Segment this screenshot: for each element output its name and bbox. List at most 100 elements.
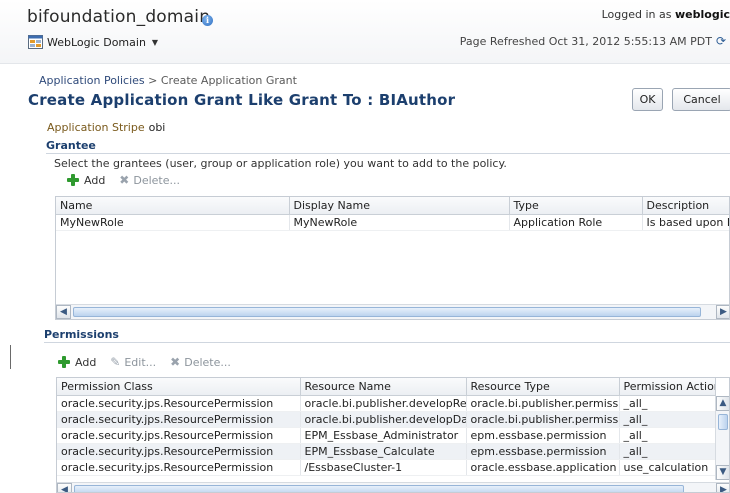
permission-class-cell: oracle.security.jps.ResourcePermission bbox=[57, 395, 301, 412]
grantee-cell-name: MyNewRole bbox=[56, 214, 290, 231]
resource-name-cell: /EssbaseCluster-1 bbox=[300, 459, 467, 476]
info-icon[interactable]: i bbox=[202, 15, 213, 26]
add-icon bbox=[66, 173, 80, 187]
weblogic-domain-menu-label: WebLogic Domain bbox=[47, 35, 146, 49]
resource-name-cell: EPM_Essbase_Administrator bbox=[300, 427, 467, 444]
grantee-col-type[interactable]: Type bbox=[509, 197, 643, 215]
grantee-divider bbox=[46, 153, 730, 154]
permissions-heading: Permissions bbox=[44, 328, 119, 341]
scroll-up-icon[interactable]: ▲ bbox=[716, 396, 729, 411]
logged-in-prefix: Logged in as bbox=[601, 8, 672, 21]
resource-type-cell: oracle.essbase.application bbox=[466, 459, 620, 476]
permissions-horizontal-scrollbar[interactable]: ◀ ▶ bbox=[57, 482, 729, 492]
resource-type-cell: epm.essbase.permission bbox=[466, 443, 620, 460]
table-row[interactable]: oracle.security.jps.ResourcePermission E… bbox=[57, 427, 716, 444]
add-icon bbox=[57, 355, 71, 369]
grantee-toolbar: Add ✖ Delete... bbox=[66, 173, 180, 187]
permission-action-cell: _all_ bbox=[619, 411, 716, 428]
table-row[interactable]: oracle.security.jps.ResourcePermission o… bbox=[57, 395, 716, 412]
grantee-add-label: Add bbox=[84, 173, 106, 187]
permission-class-cell: oracle.security.jps.ResourcePermission bbox=[57, 443, 301, 460]
permissions-delete-button[interactable]: ✖ Delete... bbox=[170, 355, 231, 369]
permissions-add-label: Add bbox=[75, 355, 97, 369]
cancel-button[interactable]: Cancel bbox=[672, 88, 730, 111]
scroll-down-icon[interactable]: ▼ bbox=[716, 465, 729, 480]
application-stripe: Application Stripe obi bbox=[47, 121, 165, 134]
table-row[interactable]: oracle.security.jps.ResourcePermission /… bbox=[57, 459, 716, 476]
permissions-table: Permission Class Resource Name Resource … bbox=[56, 377, 730, 493]
weblogic-domain-menu[interactable]: WebLogic Domain ▼ bbox=[28, 33, 158, 51]
application-stripe-value: obi bbox=[148, 121, 166, 134]
permissions-edit-label: Edit... bbox=[124, 355, 157, 369]
resource-name-cell: EPM_Essbase_Calculate bbox=[300, 443, 467, 460]
permissions-edit-button[interactable]: ✎ Edit... bbox=[110, 355, 156, 369]
delete-icon: ✖ bbox=[170, 355, 181, 369]
grantee-add-button[interactable]: Add bbox=[66, 173, 105, 187]
resource-name-cell: oracle.bi.publisher.developRepo bbox=[300, 395, 467, 412]
permission-action-cell: _all_ bbox=[619, 427, 716, 444]
permissions-header-row: Permission Class Resource Name Resource … bbox=[57, 378, 716, 396]
grantee-header-row: Name Display Name Type Description bbox=[56, 197, 729, 215]
logged-in-status: Logged in as weblogic bbox=[602, 8, 730, 21]
permission-class-cell: oracle.security.jps.ResourcePermission bbox=[57, 459, 301, 476]
permissions-col-permission-class[interactable]: Permission Class bbox=[57, 378, 301, 396]
permission-action-cell: _all_ bbox=[619, 443, 716, 460]
permissions-divider bbox=[44, 342, 730, 343]
scroll-left-icon[interactable]: ◀ bbox=[57, 483, 72, 492]
breadcrumb-separator: > bbox=[148, 74, 158, 87]
grantee-heading: Grantee bbox=[46, 139, 96, 152]
page-refreshed-status: Page Refreshed Oct 31, 2012 5:55:13 AM P… bbox=[460, 34, 726, 48]
permissions-col-resource-type[interactable]: Resource Type bbox=[466, 378, 620, 396]
domain-title: bifoundation_domain bbox=[27, 7, 211, 27]
chevron-down-icon: ▼ bbox=[151, 37, 159, 47]
page-refreshed-text: Page Refreshed Oct 31, 2012 5:55:13 AM P… bbox=[459, 34, 712, 48]
resource-type-cell: epm.essbase.permission bbox=[466, 427, 620, 444]
grantee-col-description[interactable]: Description bbox=[642, 197, 729, 215]
permission-class-cell: oracle.security.jps.ResourcePermission bbox=[57, 411, 301, 428]
grantee-cell-display-name: MyNewRole bbox=[289, 214, 510, 231]
grantee-delete-label: Delete... bbox=[133, 173, 180, 187]
table-row[interactable]: oracle.security.jps.ResourcePermission E… bbox=[57, 443, 716, 460]
page-header: bifoundation_domain i WebLogic Domain ▼ … bbox=[0, 0, 730, 64]
application-stripe-label: Application Stripe bbox=[47, 121, 145, 134]
weblogic-domain-icon bbox=[28, 35, 43, 49]
delete-icon: ✖ bbox=[119, 173, 130, 187]
grantee-table: Name Display Name Type Description MyNew… bbox=[55, 196, 730, 320]
edit-icon: ✎ bbox=[110, 355, 121, 369]
logged-in-user[interactable]: weblogic bbox=[675, 8, 730, 21]
permissions-col-resource-name[interactable]: Resource Name bbox=[300, 378, 467, 396]
page-title: Create Application Grant Like Grant To :… bbox=[28, 91, 456, 109]
grantee-description: Select the grantees (user, group or appl… bbox=[54, 157, 507, 170]
permission-action-cell: _all_ bbox=[619, 395, 716, 412]
permission-class-cell: oracle.security.jps.ResourcePermission bbox=[57, 427, 301, 444]
breadcrumb-current: Create Application Grant bbox=[160, 74, 297, 87]
grantee-col-name[interactable]: Name bbox=[56, 197, 290, 215]
refresh-icon[interactable]: ⟳ bbox=[716, 34, 726, 48]
permissions-delete-label: Delete... bbox=[184, 355, 231, 369]
resource-type-cell: oracle.bi.publisher.permission bbox=[466, 411, 620, 428]
table-row[interactable]: MyNewRole MyNewRole Application Role Is … bbox=[56, 214, 729, 231]
permissions-add-button[interactable]: Add bbox=[57, 355, 96, 369]
resource-name-cell: oracle.bi.publisher.developDatal bbox=[300, 411, 467, 428]
scroll-thumb[interactable] bbox=[74, 485, 684, 492]
divider bbox=[10, 345, 11, 369]
grantee-cell-type: Application Role bbox=[509, 214, 643, 231]
permission-action-cell: use_calculation bbox=[619, 459, 716, 476]
permissions-col-permission-action[interactable]: Permission Action bbox=[619, 378, 716, 396]
table-row[interactable]: oracle.security.jps.ResourcePermission o… bbox=[57, 411, 716, 428]
permissions-toolbar: Add ✎ Edit... ✖ Delete... bbox=[57, 355, 231, 369]
grantee-delete-button[interactable]: ✖ Delete... bbox=[119, 173, 180, 187]
scroll-thumb[interactable] bbox=[718, 414, 728, 430]
scroll-left-icon[interactable]: ◀ bbox=[56, 305, 71, 319]
breadcrumb: Application Policies > Create Applicatio… bbox=[39, 74, 297, 87]
grantee-col-display-name[interactable]: Display Name bbox=[289, 197, 510, 215]
grantee-cell-description: Is based upon BI bbox=[642, 214, 729, 231]
resource-type-cell: oracle.bi.publisher.permission bbox=[466, 395, 620, 412]
breadcrumb-application-policies[interactable]: Application Policies bbox=[39, 74, 145, 87]
grantee-horizontal-scrollbar[interactable]: ◀ ▶ bbox=[56, 304, 729, 319]
scroll-thumb[interactable] bbox=[73, 307, 701, 317]
scroll-right-icon[interactable]: ▶ bbox=[716, 305, 729, 319]
permissions-vertical-scrollbar[interactable]: ▲ ▼ bbox=[715, 396, 729, 480]
scroll-right-icon[interactable]: ▶ bbox=[716, 483, 729, 492]
ok-button[interactable]: OK bbox=[632, 88, 663, 111]
